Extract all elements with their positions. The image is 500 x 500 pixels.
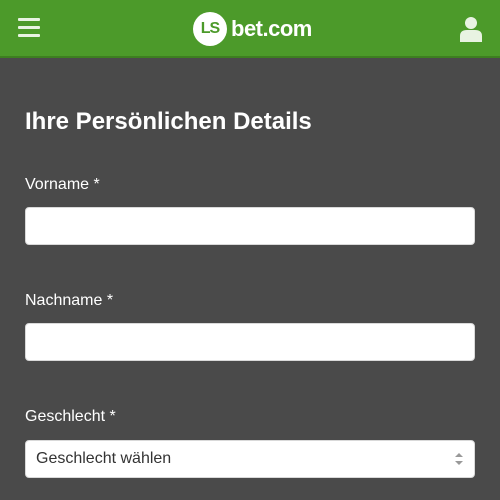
select-arrows-icon bbox=[454, 452, 464, 466]
menu-line bbox=[18, 18, 40, 21]
first-name-field[interactable] bbox=[25, 207, 475, 245]
header-bar: LS bet.com bbox=[0, 0, 500, 58]
user-icon[interactable] bbox=[460, 16, 482, 42]
page-title: Ihre Persönlichen Details bbox=[25, 108, 312, 135]
logo-text: bet.com bbox=[231, 16, 312, 41]
logo-badge: LS bbox=[193, 12, 227, 46]
gender-label: Geschlecht * bbox=[25, 408, 116, 425]
gender-select-value: Geschlecht wählen bbox=[36, 450, 172, 467]
hamburger-menu-icon[interactable] bbox=[18, 18, 40, 38]
menu-line bbox=[18, 34, 40, 37]
first-name-label: Vorname * bbox=[25, 176, 100, 193]
gender-select[interactable]: Geschlecht wählen bbox=[25, 440, 475, 478]
menu-line bbox=[18, 26, 40, 29]
last-name-field[interactable] bbox=[25, 323, 475, 361]
last-name-label: Nachname * bbox=[25, 292, 114, 309]
brand-logo[interactable]: LS bet.com bbox=[193, 11, 312, 47]
